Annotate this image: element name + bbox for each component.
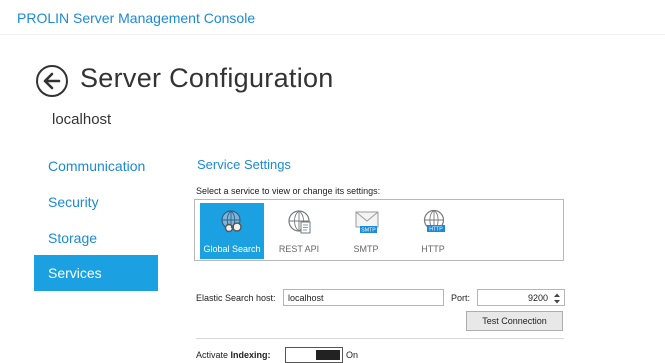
- smtp-badge: SMTP: [361, 228, 376, 234]
- service-selector: Global Search REST API SMTP SMTP HTTP HT…: [194, 199, 564, 261]
- indexing-toggle[interactable]: [285, 347, 343, 363]
- nav-item-security[interactable]: Security: [34, 184, 158, 220]
- service-http[interactable]: HTTP HTTP: [401, 203, 465, 259]
- globe-http-icon: HTTP: [423, 209, 445, 233]
- service-rest-api[interactable]: REST API: [267, 203, 331, 259]
- app-title: PROLIN Server Management Console: [17, 10, 256, 26]
- service-label: REST API: [278, 244, 320, 254]
- service-label: SMTP: [353, 244, 379, 254]
- globe-document-icon: [288, 210, 311, 234]
- envelope-smtp-icon: SMTP: [355, 211, 379, 234]
- select-service-hint: Select a service to view or change its s…: [196, 186, 381, 196]
- nav-item-communication[interactable]: Communication: [34, 148, 158, 184]
- globe-search-icon: [221, 210, 242, 233]
- service-global-search[interactable]: Global Search: [200, 203, 264, 259]
- arrow-left-icon: [43, 72, 61, 90]
- elastic-host-input[interactable]: [283, 289, 444, 306]
- service-label: HTTP: [421, 244, 445, 254]
- http-badge: HTTP: [429, 227, 443, 233]
- nav-item-storage[interactable]: Storage: [34, 220, 158, 256]
- port-spinner[interactable]: [552, 291, 562, 306]
- port-label: Port:: [451, 293, 471, 303]
- section-title: Service Settings: [197, 157, 291, 172]
- page-title: Server Configuration: [80, 63, 334, 93]
- title-bar: PROLIN Server Management Console: [0, 0, 665, 35]
- service-smtp[interactable]: SMTP SMTP: [334, 203, 398, 259]
- nav-item-services[interactable]: Services: [34, 255, 158, 291]
- elastic-host-label: Elastic Search host:: [196, 293, 276, 303]
- server-host: localhost: [52, 111, 112, 128]
- service-label: Global Search: [203, 244, 261, 254]
- divider: [196, 338, 564, 339]
- back-button[interactable]: [36, 65, 68, 97]
- test-connection-button[interactable]: Test Connection: [466, 311, 563, 331]
